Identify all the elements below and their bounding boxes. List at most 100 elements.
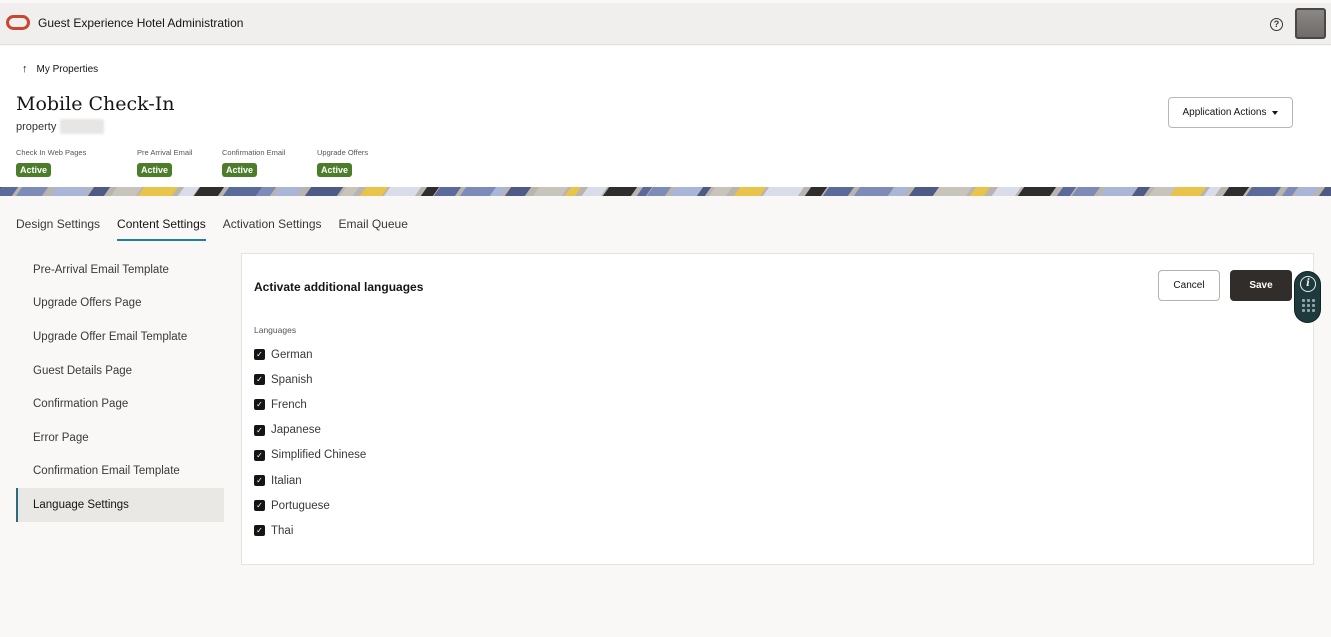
checkbox-checked-icon[interactable]: ✓ (254, 399, 265, 411)
pattern-segment (304, 187, 344, 196)
checkbox-checked-icon[interactable]: ✓ (254, 475, 265, 487)
help-icon[interactable]: ? (1270, 18, 1283, 31)
language-label: Japanese (271, 424, 321, 437)
redacted-property-name (60, 119, 105, 134)
save-button[interactable]: Save (1230, 270, 1292, 301)
pattern-segment (532, 187, 569, 196)
application-actions-button[interactable]: Application Actions (1168, 97, 1293, 128)
pattern-segment (193, 187, 225, 196)
page-header: ↑ My Properties Mobile Check-In property… (0, 46, 1331, 187)
checkbox-checked-icon[interactable]: ✓ (254, 449, 265, 461)
digital-assistant-widget[interactable]: i (1294, 271, 1321, 323)
subtitle-label: property (16, 120, 57, 133)
checkbox-checked-icon[interactable]: ✓ (254, 525, 265, 537)
checkbox-checked-icon[interactable]: ✓ (254, 349, 265, 361)
language-label: Thai (271, 524, 294, 537)
status-badge: Active (317, 163, 353, 177)
info-icon[interactable]: i (1300, 276, 1316, 292)
languages-checkbox-group: ✓ German ✓ Spanish ✓ French ✓ Japanese ✓… (254, 342, 366, 544)
grid-menu-icon[interactable] (1302, 299, 1315, 312)
my-properties-link[interactable]: ↑ My Properties (22, 63, 98, 75)
pattern-segment (1203, 187, 1222, 196)
language-label: Simplified Chinese (271, 449, 367, 462)
tab-email-queue[interactable]: Email Queue (339, 217, 408, 241)
language-option-simplified-chinese[interactable]: ✓ Simplified Chinese (254, 443, 366, 468)
language-option-french[interactable]: ✓ French (254, 392, 366, 417)
user-avatar[interactable] (1295, 8, 1326, 39)
status-badge: Active (16, 163, 52, 177)
oracle-logo-icon[interactable] (6, 15, 30, 30)
language-option-italian[interactable]: ✓ Italian (254, 468, 366, 493)
pattern-segment (1245, 187, 1282, 196)
language-label: Spanish (271, 373, 313, 386)
language-settings-panel: Activate additional languages Cancel Sav… (241, 253, 1314, 565)
status-badge: Active (137, 163, 173, 177)
pattern-segment (273, 187, 304, 196)
nav-item-confirmation-page[interactable]: Confirmation Page (16, 387, 224, 421)
pattern-segment (1017, 187, 1057, 196)
pattern-segment (991, 187, 1022, 196)
content-settings-nav: Pre-Arrival Email Template Upgrade Offer… (16, 253, 224, 522)
status-confirmation-email: Confirmation Email Active (222, 148, 317, 178)
nav-item-guest-details-page[interactable]: Guest Details Page (16, 354, 224, 388)
status-pre-arrival-email: Pre Arrival Email Active (137, 148, 222, 178)
language-option-thai[interactable]: ✓ Thai (254, 518, 366, 543)
pattern-segment (49, 187, 92, 196)
pattern-segment (1169, 187, 1207, 196)
page-title: Mobile Check-In (16, 93, 175, 115)
pattern-segment (853, 187, 895, 196)
page-subtitle: property (16, 119, 105, 134)
language-label: Portuguese (271, 499, 330, 512)
checkbox-checked-icon[interactable]: ✓ (254, 500, 265, 512)
pattern-segment (87, 187, 111, 196)
status-label: Confirmation Email (222, 148, 286, 157)
pattern-segment (733, 187, 767, 196)
pattern-segment (969, 187, 991, 196)
pattern-segment (762, 187, 805, 196)
pattern-segment (433, 187, 462, 196)
language-option-japanese[interactable]: ✓ Japanese (254, 418, 366, 443)
status-check-in-web-pages: Check In Web Pages Active (16, 148, 115, 178)
pattern-segment (932, 187, 973, 196)
decorative-pattern-banner (0, 187, 1331, 196)
pattern-segment (383, 187, 422, 196)
top-bar: Guest Experience Hotel Administration ? (0, 3, 1331, 45)
language-label: German (271, 348, 313, 361)
language-option-portuguese[interactable]: ✓ Portuguese (254, 493, 366, 518)
tab-design-settings[interactable]: Design Settings (16, 217, 100, 241)
back-link-label: My Properties (36, 63, 99, 75)
languages-field-label: Languages (254, 325, 297, 335)
nav-item-language-settings[interactable]: Language Settings (16, 488, 224, 522)
status-list: Check In Web Pages Active Pre Arrival Em… (16, 148, 387, 178)
tab-activation-settings[interactable]: Activation Settings (223, 217, 322, 241)
tab-content-settings[interactable]: Content Settings (117, 217, 206, 241)
nav-item-upgrade-offers-page[interactable]: Upgrade Offers Page (16, 287, 224, 321)
arrow-up-icon: ↑ (22, 63, 28, 75)
cancel-button[interactable]: Cancel (1158, 270, 1220, 301)
status-badge: Active (222, 163, 258, 177)
nav-item-confirmation-email-template[interactable]: Confirmation Email Template (16, 455, 224, 489)
checkbox-checked-icon[interactable]: ✓ (254, 424, 265, 436)
panel-title: Activate additional languages (254, 280, 424, 294)
status-label: Upgrade Offers (317, 148, 369, 157)
pattern-segment (1318, 187, 1331, 196)
nav-item-upgrade-offer-email-template[interactable]: Upgrade Offer Email Template (16, 320, 224, 354)
nav-item-error-page[interactable]: Error Page (16, 421, 224, 455)
language-option-spanish[interactable]: ✓ Spanish (254, 367, 366, 392)
pattern-segment (564, 187, 582, 196)
pattern-segment (708, 187, 733, 196)
pattern-segment (1293, 187, 1320, 196)
checkbox-checked-icon[interactable]: ✓ (254, 374, 265, 386)
caret-down-icon (1272, 110, 1279, 115)
pattern-segment (1071, 187, 1101, 196)
language-label: Italian (271, 474, 302, 487)
pattern-segment (822, 187, 855, 196)
language-label: French (271, 398, 307, 411)
nav-item-pre-arrival-email-template[interactable]: Pre-Arrival Email Template (16, 253, 224, 287)
status-label: Check In Web Pages (16, 148, 87, 157)
pattern-segment (602, 187, 638, 196)
status-label: Pre Arrival Email (137, 148, 193, 157)
application-actions-label: Application Actions (1182, 107, 1267, 118)
language-option-german[interactable]: ✓ German (254, 342, 366, 367)
status-upgrade-offers: Upgrade Offers Active (317, 148, 387, 178)
